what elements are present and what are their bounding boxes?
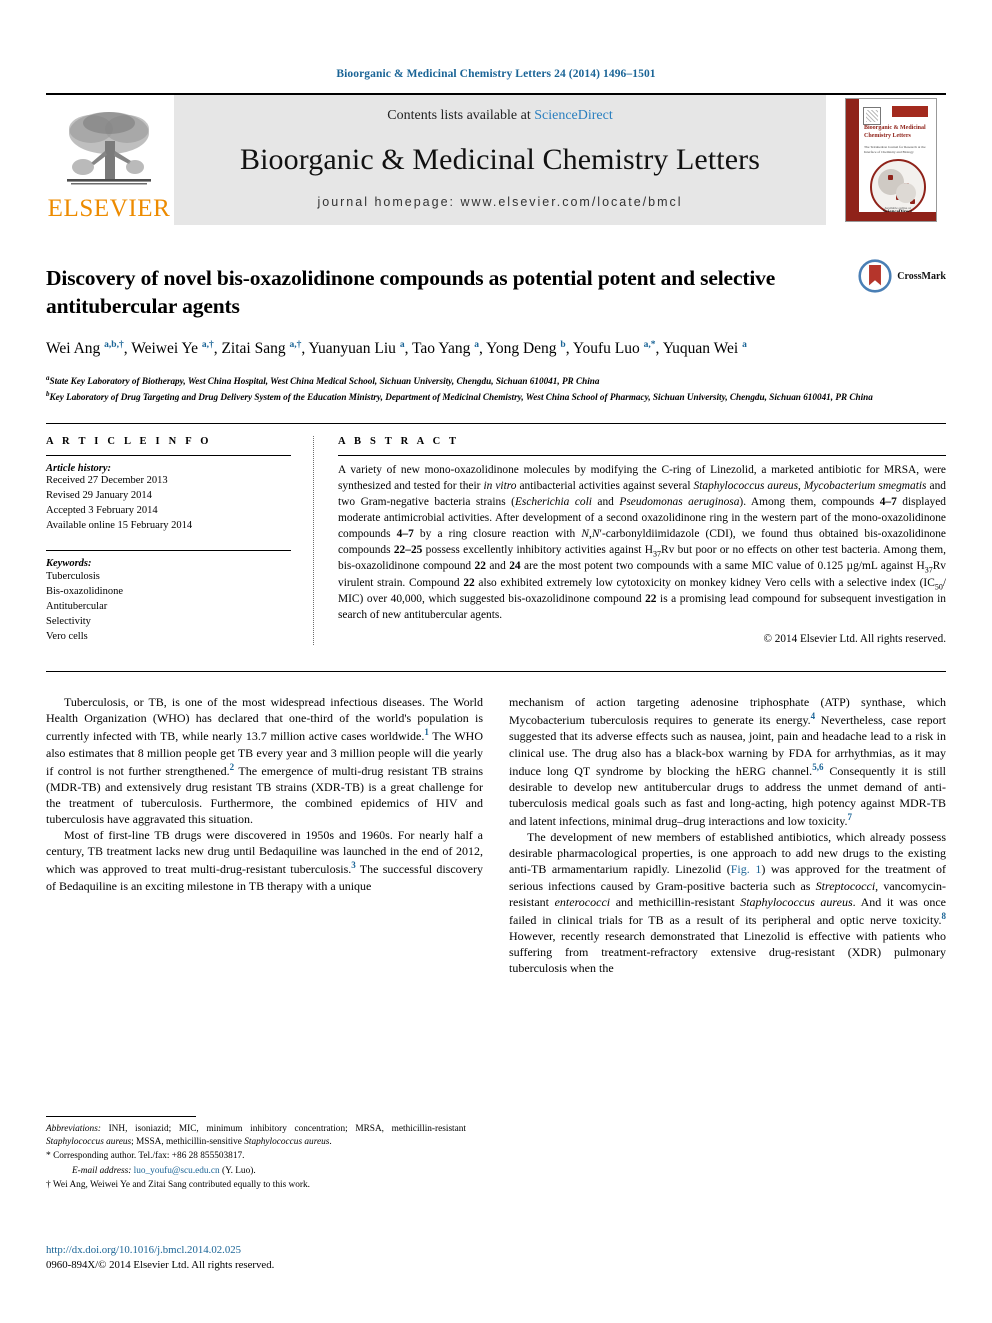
article-info-column: A R T I C L E I N F O Article history: R… [46,435,314,646]
masthead-center: Contents lists available at ScienceDirec… [174,95,826,225]
footnote-email[interactable]: E-mail address: luo_youfu@scu.edu.cn (Y.… [46,1165,466,1178]
body-paragraph: mechanism of action targeting adenosine … [509,695,946,829]
body-paragraph: Tuberculosis, or TB, is one of the most … [46,695,483,827]
cover-title: Bioorganic & Medicinal Chemistry Letters [864,125,926,140]
info-abstract-section: A R T I C L E I N F O Article history: R… [46,422,946,646]
journal-title: Bioorganic & Medicinal Chemistry Letters [239,142,760,176]
footnote-divider [46,1116,196,1117]
cover-bottom-bar [859,212,936,221]
elsevier-tree-icon [67,112,151,185]
article-history-revised: Revised 29 January 2014 [46,489,152,501]
abstract-text: A variety of new mono-oxazolidinone mole… [338,463,946,622]
footnote-corresponding-author: * Corresponding author. Tel./fax: +86 28… [46,1151,245,1162]
affiliation-a-text: State Key Laboratory of Biotherapy, West… [49,375,600,386]
body-paragraph: The development of new members of establ… [509,830,946,976]
cover-image: Bioorganic & Medicinal Chemistry Letters… [845,98,937,222]
crossmark-label: CrossMark [897,270,946,282]
journal-cover-thumbnail: Bioorganic & Medicinal Chemistry Letters… [836,95,946,225]
article-info-heading: A R T I C L E I N F O [46,435,212,447]
running-head: Bioorganic & Medicinal Chemistry Letters… [336,68,656,80]
article-page: Bioorganic & Medicinal Chemistry Letters… [0,0,992,1323]
affiliation-b: bKey Laboratory of Drug Targeting and Dr… [46,389,873,402]
body-column-right: mechanism of action targeting adenosine … [509,694,946,976]
footnote-equal-contribution: † Wei Ang, Weiwei Ye and Zitai Sang cont… [46,1180,310,1191]
journal-masthead: ELSEVIER Contents lists available at Sci… [46,93,946,225]
elsevier-logo: ELSEVIER [46,95,172,225]
keyword-item: Bis-oxazolidinone [46,585,123,597]
abstract-copyright: © 2014 Elsevier Ltd. All rights reserved… [763,633,947,646]
article-history-label: Article history: [46,462,112,474]
elsevier-wordmark: ELSEVIER [47,195,171,222]
footnote-abbreviations: Abbreviations: INH, isoniazid; MIC, mini… [46,1124,466,1148]
keyword-item: Selectivity [46,615,91,627]
article-history-accepted: Accepted 3 February 2014 [46,504,158,516]
sciencedirect-link[interactable]: ScienceDirect [534,108,613,123]
keyword-item: Antitubercular [46,600,108,612]
affiliation-a: aState Key Laboratory of Biotherapy, Wes… [46,373,600,386]
divider [46,549,291,551]
author-list: Wei Ang a,b,†, Weiwei Ye a,†, Zitai Sang… [46,339,747,357]
abstract-column: A B S T R A C T A variety of new mono-ox… [314,436,946,645]
page-title: Discovery of novel bis-oxazolidinone com… [46,266,776,318]
body-column-left: Tuberculosis, or TB, is one of the most … [46,694,483,976]
divider [46,454,291,456]
crossmark-icon [858,259,892,293]
article-history-received: Received 27 December 2013 [46,474,168,486]
footnotes-block: Abbreviations: INH, isoniazid; MIC, mini… [46,1116,466,1193]
keyword-item: Vero cells [46,631,88,643]
crossmark-badge[interactable]: CrossMark [858,259,946,293]
contents-available-line: Contents lists available at ScienceDirec… [387,108,613,124]
cover-spine [846,99,859,221]
contents-prefix: Contents lists available at [387,108,535,123]
body-paragraph: Most of first-line TB drugs were discove… [46,828,483,893]
divider [338,454,946,456]
title-block: Discovery of novel bis-oxazolidinone com… [46,259,946,321]
cover-top-bar [892,106,928,117]
keyword-item: Tuberculosis [46,570,100,582]
doi-link[interactable]: http://dx.doi.org/10.1016/j.bmcl.2014.02… [46,1243,274,1258]
cover-subtitle: The Tetrahedron Journal for Research at … [864,145,926,154]
doi-block: http://dx.doi.org/10.1016/j.bmcl.2014.02… [46,1243,274,1272]
journal-homepage[interactable]: journal homepage: www.elsevier.com/locat… [317,195,682,209]
keywords-label: Keywords: [46,557,92,569]
issn-copyright: 0960-894X/© 2014 Elsevier Ltd. All right… [46,1258,275,1271]
cover-publisher-logo-icon [863,107,881,125]
affiliations: aState Key Laboratory of Biotherapy, Wes… [46,373,946,405]
affiliation-b-text: Key Laboratory of Drug Targeting and Dru… [49,391,873,402]
article-body: Tuberculosis, or TB, is one of the most … [46,671,946,976]
abstract-heading: A B S T R A C T [338,435,460,447]
article-history-online: Available online 15 February 2014 [46,519,193,531]
